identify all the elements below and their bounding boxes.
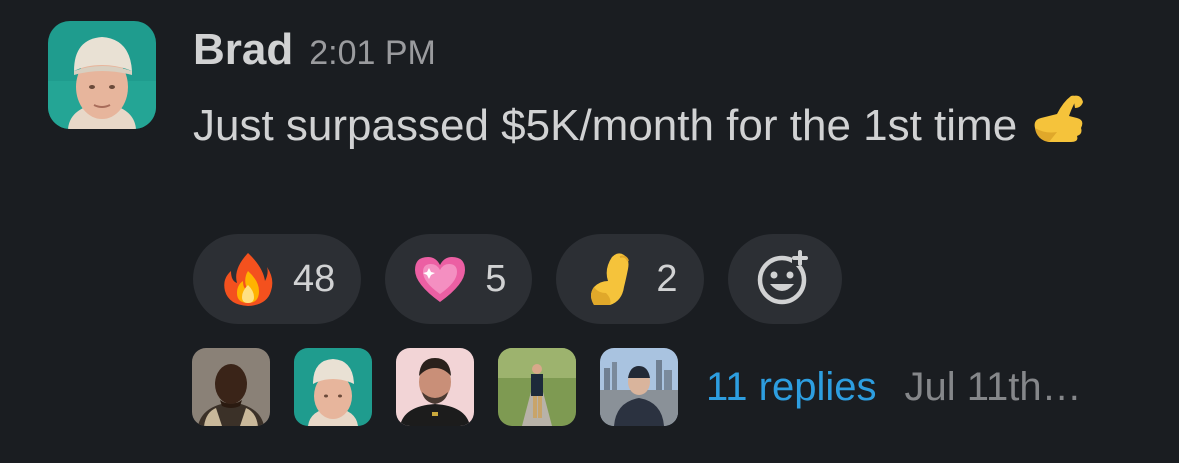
message-text: Just surpassed $5K/month for the 1st tim… — [193, 101, 1018, 150]
message-timestamp[interactable]: 2:01 PM — [309, 34, 436, 73]
fire-icon — [221, 252, 275, 306]
participant-avatar[interactable] — [294, 348, 372, 426]
call-me-hand-icon — [1027, 88, 1089, 167]
message-header: Brad 2:01 PM — [193, 24, 436, 76]
reaction-sparkling-heart[interactable]: 5 — [385, 234, 533, 324]
participant-avatar[interactable] — [396, 348, 474, 426]
thread-summary[interactable]: 11 replies Jul 11th… — [192, 347, 1082, 427]
message: Brad 2:01 PM Just surpassed $5K/month fo… — [0, 0, 1179, 463]
reaction-count: 48 — [293, 257, 336, 300]
replies-link[interactable]: 11 replies — [706, 365, 876, 410]
author-name[interactable]: Brad — [193, 24, 293, 76]
sparkling-heart-icon — [413, 252, 467, 306]
reaction-count: 5 — [485, 257, 507, 300]
participant-avatar[interactable] — [192, 348, 270, 426]
reaction-pinched-fingers[interactable]: 2 — [556, 234, 704, 324]
add-reaction-button[interactable] — [727, 234, 842, 324]
participant-avatar[interactable] — [498, 348, 576, 426]
add-reaction-icon — [756, 248, 814, 311]
reactions-bar: 48 5 2 — [193, 234, 842, 324]
participant-avatar[interactable] — [600, 348, 678, 426]
message-body: Just surpassed $5K/month for the 1st tim… — [193, 88, 1093, 167]
reaction-count: 2 — [656, 257, 678, 300]
author-avatar[interactable] — [48, 21, 156, 129]
reaction-fire[interactable]: 48 — [193, 234, 362, 324]
last-reply-date: Jul 11th… — [904, 364, 1082, 409]
pinched-fingers-icon — [584, 252, 638, 306]
